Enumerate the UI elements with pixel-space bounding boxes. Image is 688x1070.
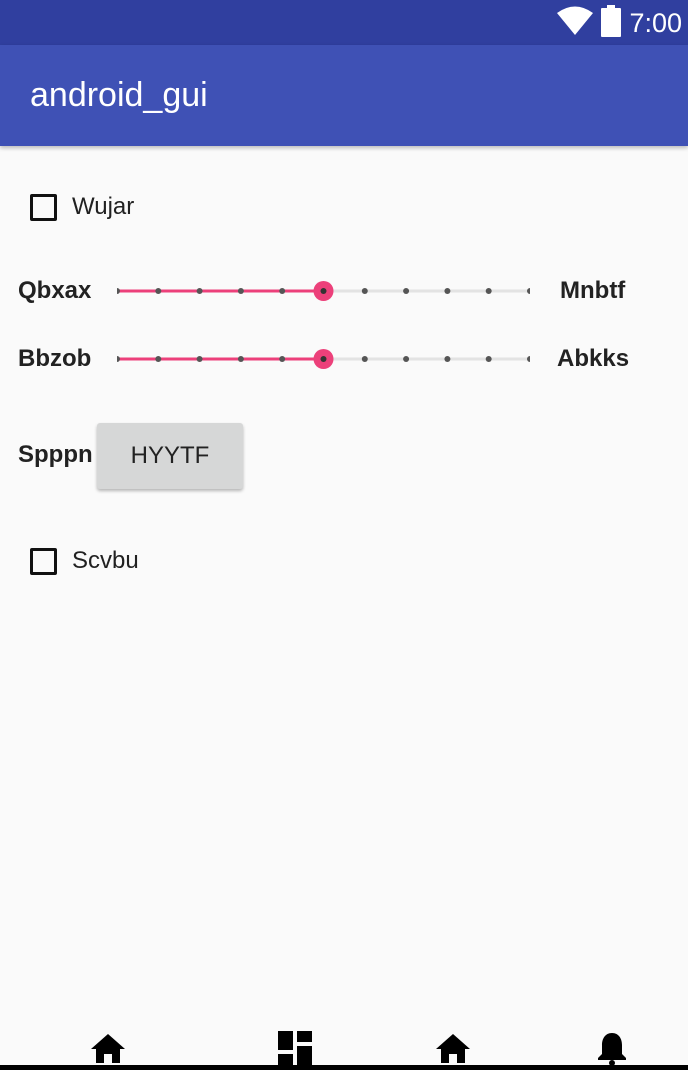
- status-bar: 7:00: [0, 0, 688, 45]
- status-icons: 7:00: [557, 4, 682, 42]
- home-icon[interactable]: [88, 1028, 128, 1068]
- checkbox-label: Scvbu: [72, 547, 139, 574]
- notifications-icon[interactable]: [592, 1028, 632, 1068]
- app-title: android_gui: [30, 76, 208, 114]
- wifi-icon: [557, 6, 594, 41]
- seekbar-1-right-label: Mnbtf: [560, 277, 626, 304]
- dashboard-icon[interactable]: [275, 1028, 315, 1068]
- home-icon[interactable]: [433, 1028, 473, 1068]
- nav-divider: [0, 1065, 688, 1070]
- spinner-label: Spppn: [18, 441, 93, 468]
- checkbox-scvbu[interactable]: Scvbu: [30, 547, 139, 575]
- checkbox-box[interactable]: [30, 193, 57, 221]
- seekbar-2-left-label: Bbzob: [18, 345, 92, 372]
- seekbar-1-left-label: Qbxax: [18, 277, 92, 304]
- app-bar: android_gui: [0, 45, 688, 146]
- hyytf-button[interactable]: HYYTF: [97, 423, 243, 489]
- checkbox-label: Wujar: [72, 193, 135, 220]
- checkbox-box[interactable]: [30, 547, 57, 575]
- checkbox-wujar[interactable]: Wujar: [30, 193, 134, 221]
- seekbar-1[interactable]: [117, 276, 530, 306]
- battery-icon: [601, 4, 622, 42]
- status-time: 7:00: [629, 8, 682, 38]
- seekbar-2-right-label: Abkks: [557, 345, 630, 372]
- bottom-navigation: [0, 1010, 688, 1070]
- seekbar-2[interactable]: [117, 344, 530, 374]
